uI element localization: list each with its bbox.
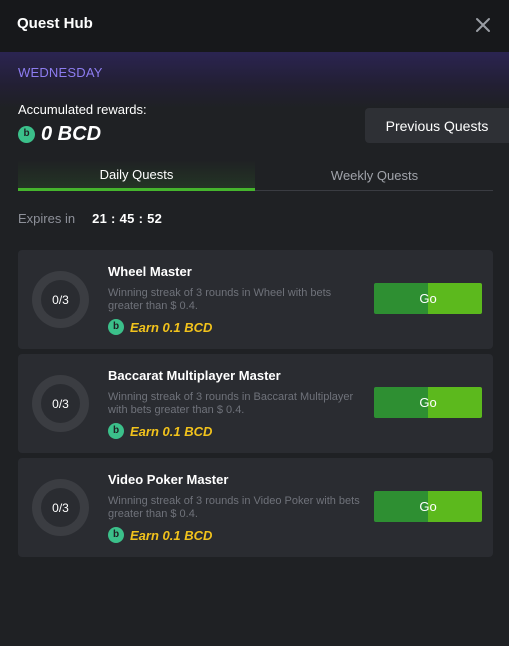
go-button[interactable]: Go — [374, 491, 482, 522]
quest-reward: b Earn 0.1 BCD — [108, 527, 212, 543]
quest-description: Winning streak of 3 rounds in Video Poke… — [108, 495, 360, 520]
reward-text: Earn 0.1 BCD — [130, 423, 213, 439]
bcd-coin-icon: b — [108, 423, 124, 439]
quest-description: Winning streak of 3 rounds in Wheel with… — [108, 287, 332, 312]
progress-text: 0/3 — [41, 280, 80, 319]
go-button[interactable]: Go — [374, 387, 482, 418]
quest-name: Video Poker Master — [108, 472, 229, 487]
accumulated-rewards-label: Accumulated rewards: — [18, 102, 147, 117]
quest-reward: b Earn 0.1 BCD — [108, 319, 212, 335]
modal-header: Quest Hub — [0, 0, 509, 52]
quest-tabs: Daily Quests Weekly Quests — [18, 160, 493, 191]
expires-timer: 21 : 45 : 52 — [92, 211, 163, 226]
rewards-amount: 0 BCD — [41, 122, 102, 145]
bcd-coin-icon: b — [18, 125, 35, 143]
quest-description: Winning streak of 3 rounds in Baccarat M… — [108, 391, 354, 416]
quest-card: 0/3 Baccarat Multiplayer Master Winning … — [18, 354, 493, 453]
accumulated-rewards-value: b 0 BCD — [18, 122, 101, 146]
expires-label: Expires in — [18, 211, 76, 226]
day-label: WEDNESDAY — [18, 65, 103, 80]
progress-ring: 0/3 — [32, 375, 89, 432]
progress-text: 0/3 — [41, 488, 80, 527]
day-banner: WEDNESDAY — [0, 52, 509, 108]
modal-title: Quest Hub — [17, 15, 93, 32]
progress-ring: 0/3 — [32, 271, 89, 328]
reward-text: Earn 0.1 BCD — [130, 319, 213, 335]
quest-card: 0/3 Video Poker Master Winning streak of… — [18, 458, 493, 557]
reward-text: Earn 0.1 BCD — [130, 527, 213, 543]
tab-weekly-quests[interactable]: Weekly Quests — [256, 160, 493, 191]
quest-hub-modal: Quest Hub WEDNESDAY Accumulated rewards:… — [0, 0, 509, 646]
quest-name: Baccarat Multiplayer Master — [108, 368, 281, 383]
quest-name: Wheel Master — [108, 264, 192, 279]
quest-reward: b Earn 0.1 BCD — [108, 423, 212, 439]
quest-card: 0/3 Wheel Master Winning streak of 3 rou… — [18, 250, 493, 349]
progress-text: 0/3 — [41, 384, 80, 423]
previous-quests-button[interactable]: Previous Quests — [365, 108, 509, 143]
progress-ring: 0/3 — [32, 479, 89, 536]
bcd-coin-icon: b — [108, 527, 124, 543]
expires-row: Expires in 21 : 45 : 52 — [18, 211, 162, 226]
close-icon[interactable] — [471, 13, 495, 37]
bcd-coin-icon: b — [108, 319, 124, 335]
tab-daily-quests[interactable]: Daily Quests — [18, 160, 255, 191]
go-button[interactable]: Go — [374, 283, 482, 314]
